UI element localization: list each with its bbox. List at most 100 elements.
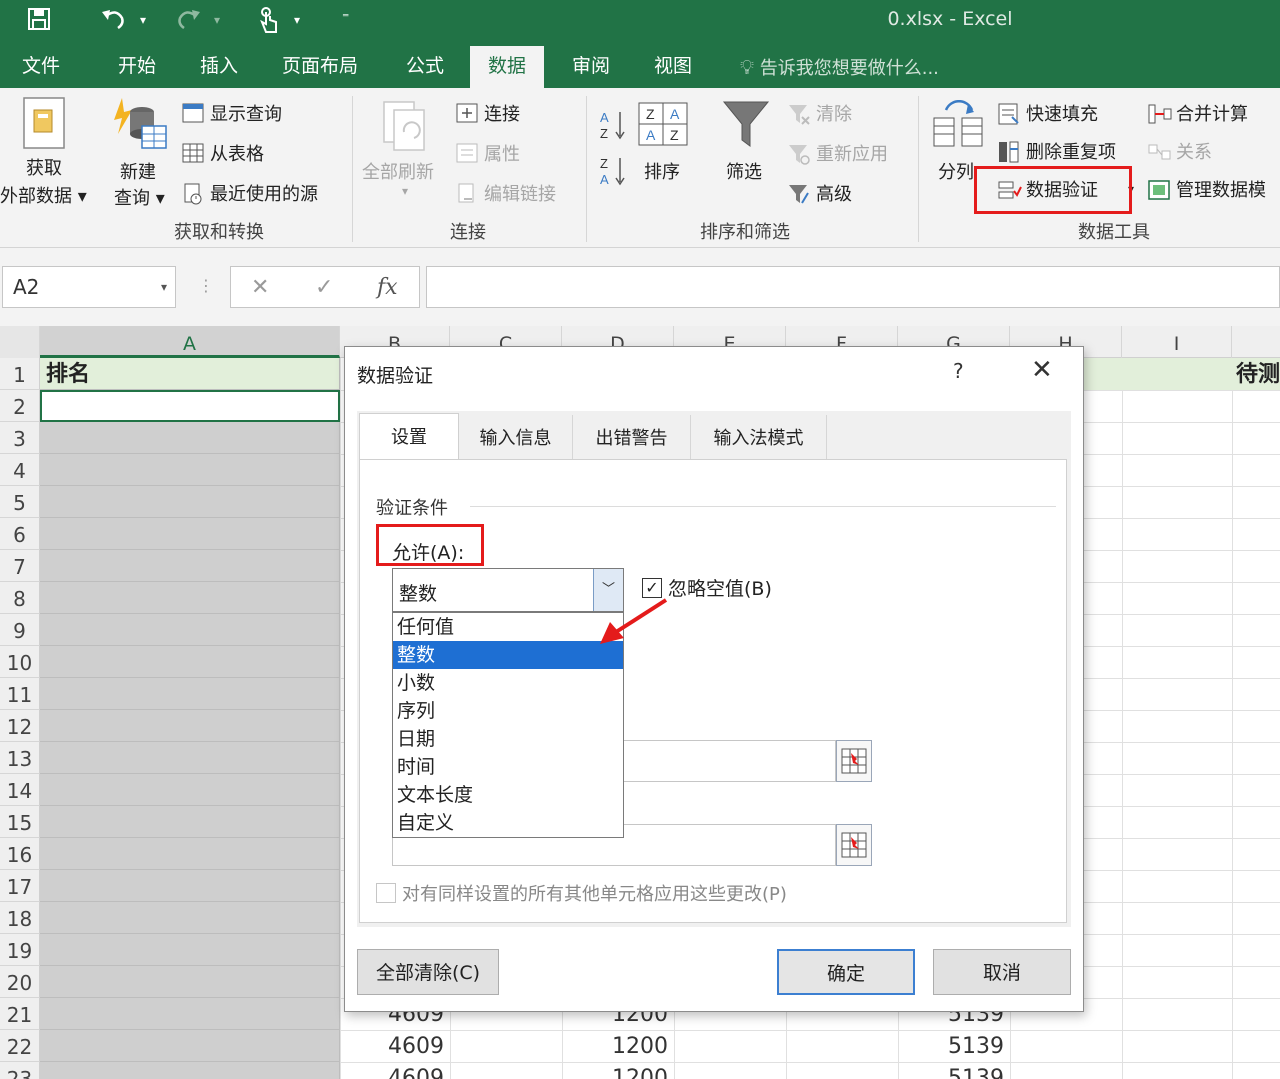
row-header[interactable]: 14 xyxy=(0,774,40,806)
row-header[interactable]: 7 xyxy=(0,550,40,582)
tab-file[interactable]: 文件 xyxy=(18,40,64,88)
cell-a[interactable] xyxy=(40,422,340,454)
cell-value[interactable]: 1200 xyxy=(562,1066,668,1079)
cell-a[interactable] xyxy=(40,454,340,486)
cell-value[interactable]: 4609 xyxy=(340,1066,444,1079)
sort-label[interactable]: 排序 xyxy=(644,158,680,184)
cell-a[interactable] xyxy=(40,550,340,582)
cell-a[interactable] xyxy=(40,742,340,774)
row-header[interactable]: 13 xyxy=(0,742,40,774)
get-external-data-label-1[interactable]: 获取 xyxy=(26,154,62,180)
option-time[interactable]: 时间 xyxy=(393,753,623,781)
new-query-label-2[interactable]: 查询 ▾ xyxy=(114,184,165,210)
column-header-a[interactable]: A xyxy=(40,326,340,358)
advanced-filter-button[interactable]: 高级 xyxy=(788,180,852,206)
show-queries-button[interactable]: 显示查询 xyxy=(182,100,282,126)
cell-a[interactable] xyxy=(40,518,340,550)
text-to-columns-label[interactable]: 分列 xyxy=(938,158,974,184)
row-header[interactable]: 18 xyxy=(0,902,40,934)
filter-icon[interactable] xyxy=(722,100,770,154)
tab-ime-mode[interactable]: 输入法模式 xyxy=(691,415,827,459)
connections-button[interactable]: 连接 xyxy=(456,100,520,126)
cell-a[interactable] xyxy=(40,678,340,710)
text-to-columns-icon[interactable] xyxy=(932,100,986,152)
row-header[interactable]: 3 xyxy=(0,422,40,454)
new-query-icon[interactable] xyxy=(110,98,170,158)
tab-page-layout[interactable]: 页面布局 xyxy=(278,40,362,88)
name-box[interactable]: A2 ▾ xyxy=(2,266,176,308)
cell-a[interactable] xyxy=(40,838,340,870)
cell-a[interactable] xyxy=(40,646,340,678)
option-list[interactable]: 序列 xyxy=(393,697,623,725)
cell-a[interactable] xyxy=(40,902,340,934)
sort-descending-icon[interactable]: ZA xyxy=(598,154,628,192)
cell-a[interactable] xyxy=(40,1062,340,1079)
tab-review[interactable]: 审阅 xyxy=(568,40,614,88)
cell-a[interactable] xyxy=(40,1030,340,1062)
cancel-button[interactable]: 取消 xyxy=(933,949,1071,995)
new-query-label-1[interactable]: 新建 xyxy=(120,158,156,184)
tell-me-search[interactable]: 💡︎ 告诉我您想要做什么... xyxy=(740,40,939,88)
cell-value[interactable]: 5139 xyxy=(898,1066,1004,1079)
refresh-all-icon[interactable] xyxy=(380,98,436,158)
consolidate-button[interactable]: 合并计算 xyxy=(1148,100,1248,126)
reapply-button[interactable]: 重新应用 xyxy=(788,140,888,166)
cell-a[interactable] xyxy=(40,870,340,902)
tab-settings[interactable]: 设置 xyxy=(359,413,459,461)
tab-insert[interactable]: 插入 xyxy=(196,40,242,88)
insert-function-icon[interactable]: fx xyxy=(377,275,398,300)
cell-a[interactable] xyxy=(40,998,340,1030)
properties-button[interactable]: 属性 xyxy=(456,140,520,166)
row-header[interactable]: 11 xyxy=(0,678,40,710)
row-header[interactable]: 22 xyxy=(0,1030,40,1062)
edit-links-button[interactable]: 编辑链接 xyxy=(456,180,556,206)
cell-value[interactable]: 4609 xyxy=(340,1034,444,1059)
row-header[interactable]: 23 xyxy=(0,1062,40,1079)
tab-error-alert[interactable]: 出错警告 xyxy=(573,415,691,459)
help-button[interactable]: ? xyxy=(953,359,964,383)
name-box-dropdown-icon[interactable]: ▾ xyxy=(161,267,167,307)
row-header[interactable]: 12 xyxy=(0,710,40,742)
row-header[interactable]: 2 xyxy=(0,390,40,422)
row-header[interactable]: 19 xyxy=(0,934,40,966)
refresh-dropdown-icon[interactable]: ▾ xyxy=(402,184,408,198)
confirm-entry-icon[interactable]: ✓ xyxy=(315,275,333,300)
option-custom[interactable]: 自定义 xyxy=(393,809,623,837)
range-select-button[interactable] xyxy=(836,824,872,866)
cell-a[interactable] xyxy=(40,966,340,998)
cell-a[interactable] xyxy=(40,806,340,838)
row-header[interactable]: 8 xyxy=(0,582,40,614)
column-header-i[interactable]: I xyxy=(1122,326,1232,358)
flash-fill-button[interactable]: 快速填充 xyxy=(998,100,1098,126)
close-icon[interactable]: ✕ xyxy=(1031,355,1053,385)
ok-button[interactable]: 确定 xyxy=(777,949,915,995)
row-header[interactable]: 17 xyxy=(0,870,40,902)
relationships-button[interactable]: 关系 xyxy=(1148,138,1212,164)
row-header[interactable]: 20 xyxy=(0,966,40,998)
row-header[interactable]: 5 xyxy=(0,486,40,518)
cell-a[interactable] xyxy=(40,774,340,806)
row-header[interactable]: 9 xyxy=(0,614,40,646)
cell-i1[interactable]: 待测 xyxy=(1236,358,1280,390)
row-header[interactable]: 15 xyxy=(0,806,40,838)
row-header[interactable]: 16 xyxy=(0,838,40,870)
clear-filter-button[interactable]: 清除 xyxy=(788,100,852,126)
row-header[interactable]: 6 xyxy=(0,518,40,550)
select-all-corner[interactable] xyxy=(0,326,40,358)
cell-value[interactable]: 1200 xyxy=(562,1034,668,1059)
option-date[interactable]: 日期 xyxy=(393,725,623,753)
cell-a[interactable] xyxy=(40,486,340,518)
formula-input[interactable] xyxy=(426,266,1280,308)
get-external-data-icon[interactable] xyxy=(18,96,72,156)
option-any-value[interactable]: 任何值 xyxy=(393,613,623,641)
row-header[interactable]: 1 xyxy=(0,358,40,390)
row-header[interactable]: 10 xyxy=(0,646,40,678)
option-whole-number[interactable]: 整数 xyxy=(393,641,623,669)
minimum-input[interactable] xyxy=(624,740,836,782)
clear-all-button[interactable]: 全部清除(C) xyxy=(357,949,499,995)
tab-view[interactable]: 视图 xyxy=(650,40,696,88)
refresh-all-label[interactable]: 全部刷新 xyxy=(362,158,434,184)
cell-value[interactable]: 5139 xyxy=(898,1034,1004,1059)
tab-input-message[interactable]: 输入信息 xyxy=(459,415,573,459)
get-external-data-label-2[interactable]: 外部数据 ▾ xyxy=(0,182,87,208)
